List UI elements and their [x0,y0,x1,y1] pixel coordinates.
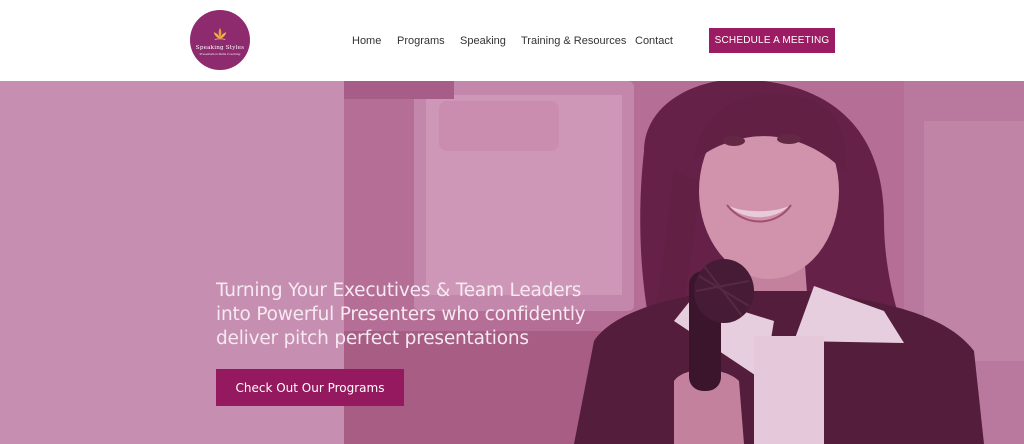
schedule-meeting-button[interactable]: SCHEDULE A MEETING [709,28,835,53]
nav-speaking[interactable]: Speaking [460,33,506,49]
brand-tagline: Presentation Skills Coaching [199,52,241,57]
check-programs-button[interactable]: Check Out Our Programs [216,369,404,406]
hero-section: Turning Your Executives & Team Leaders i… [0,81,1024,444]
brand-name: Speaking Styles [195,44,245,51]
nav-contact[interactable]: Contact [635,33,673,49]
lotus-icon [213,27,227,40]
nav-training-resources[interactable]: Training & Resources [521,33,626,49]
nav-programs[interactable]: Programs [397,33,445,49]
hero-image-speaker [344,81,1024,444]
nav-home[interactable]: Home [352,33,381,49]
hero-headline: Turning Your Executives & Team Leaders i… [216,280,586,349]
brand-logo[interactable]: Speaking Styles Presentation Skills Coac… [190,10,250,70]
site-header: Speaking Styles Presentation Skills Coac… [0,0,1024,81]
